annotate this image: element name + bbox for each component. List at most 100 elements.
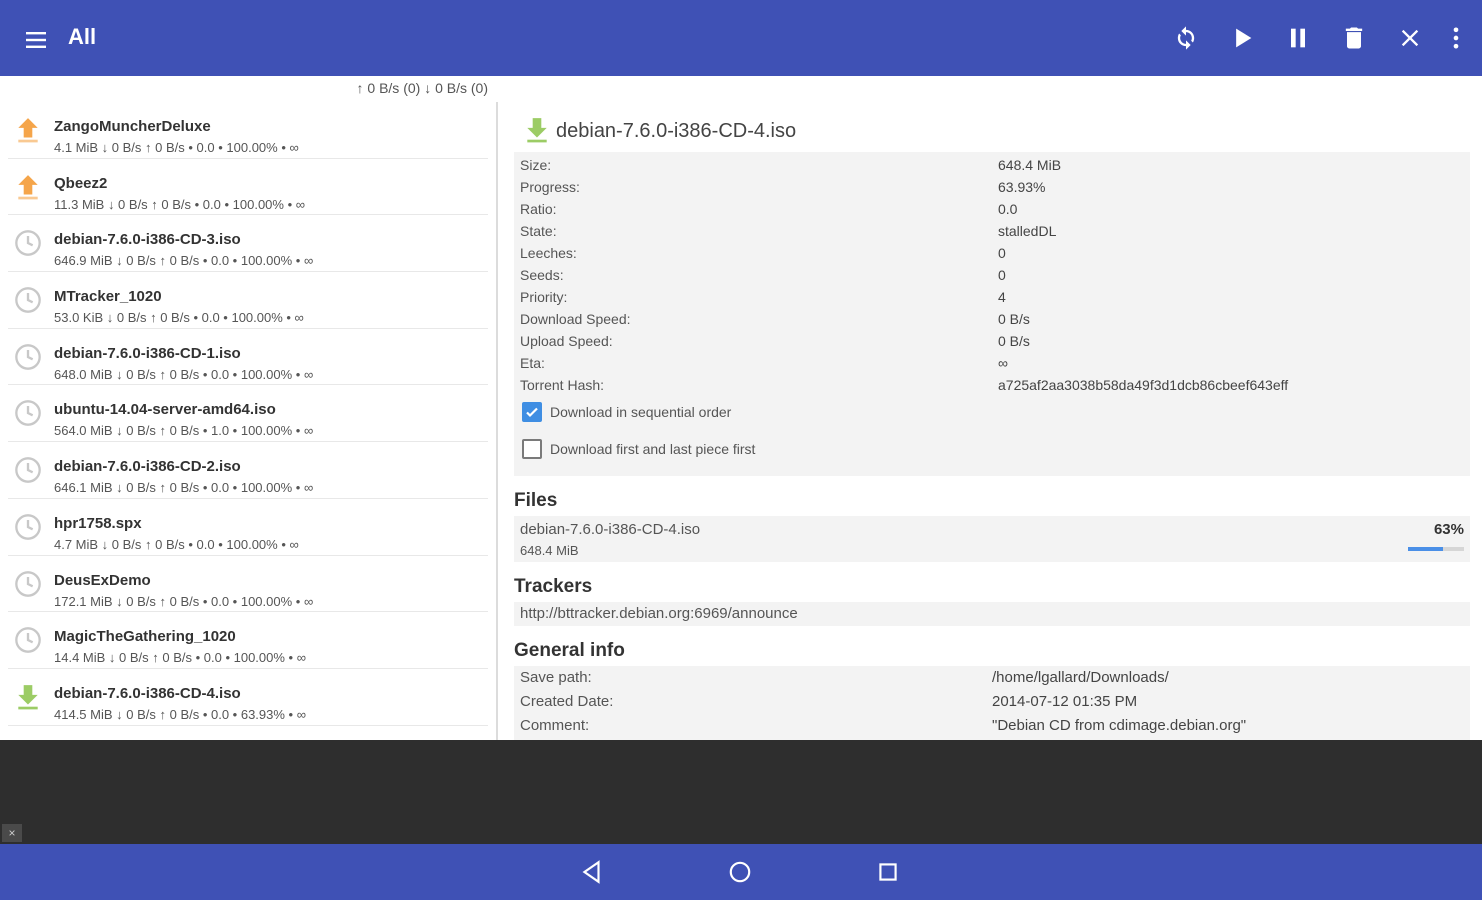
app-title[interactable]: All [68,24,96,50]
property-row: Ratio: 0.0 [514,198,1470,220]
general-info-table: Save path: /home/lgallard/Downloads/Creat… [514,666,1470,740]
system-nav-bar [0,844,1482,900]
general-info-value: /home/lgallard/Downloads/ [992,669,1169,686]
download-arrow-icon [18,685,38,710]
file-size: 648.4 MiB [520,543,579,558]
refresh-icon [1177,26,1195,50]
sequential-label: Download in sequential order [550,404,732,420]
file-name: debian-7.6.0-i386-CD-4.iso [520,521,701,538]
torrent-item[interactable]: debian-7.6.0-i386-CD-2.iso 646.1 MiB ↓ 0 … [8,442,488,499]
property-row: Torrent Hash: a725af2aa3038b58da49f3d1dcb… [514,374,1470,396]
clock-icon [15,457,41,483]
more-vert-icon [1453,27,1459,49]
clock-icon [15,627,41,654]
sequential-checkbox[interactable] [522,402,542,422]
property-row: Upload Speed: 0 B/s [514,330,1470,352]
property-key: Size: [520,157,552,173]
torrent-item[interactable]: hpr1758.spx 4.7 MiB ↓ 0 B/s ↑ 0 B/s • 0.0… [8,499,488,556]
resume-button[interactable] [1214,18,1270,58]
torrent-detail-pane: debian-7.6.0-i386-CD-4.iso Size: 648.4 Mi… [514,102,1470,740]
property-row: Leeches: 0 [514,242,1470,264]
pause-button[interactable] [1270,18,1326,58]
general-info-value: 2014-07-12 01:35 PM [992,693,1138,710]
nav-recents-button[interactable] [870,856,906,888]
general-info-row: Created Date: 2014-07-12 01:35 PM [514,690,1470,714]
property-key: Ratio: [520,201,557,217]
torrent-stats: 646.9 MiB ↓ 0 B/s ↑ 0 B/s • 0.0 • 100.00… [54,253,314,269]
torrent-item[interactable]: ubuntu-14.04-server-amd64.iso 564.0 MiB ↓… [8,385,488,443]
remove-button[interactable] [1382,18,1438,58]
torrent-stats: 4.1 MiB ↓ 0 B/s ↑ 0 B/s • 0.0 • 100.00% … [54,140,299,155]
menu-button[interactable] [18,22,54,58]
property-key: State: [520,223,557,239]
general-info-row: Save path: /home/lgallard/Downloads/ [514,666,1470,690]
app-bar: All [0,0,1482,76]
file-progress-fill [1408,547,1444,551]
property-row: Seeds: 0 [514,264,1470,286]
property-row: Progress: 63.93% [514,176,1470,198]
delete-button[interactable] [1326,18,1382,58]
play-icon [1236,28,1252,48]
torrent-name: debian-7.6.0-i386-CD-1.iso [54,344,241,362]
torrent-item[interactable]: ZangoMuncherDeluxe 4.1 MiB ↓ 0 B/s ↑ 0 B/… [8,102,488,159]
property-row: Size: 648.4 MiB [514,154,1470,176]
detail-header: debian-7.6.0-i386-CD-4.iso [514,102,1470,152]
tracker-url[interactable]: http://bttracker.debian.org:6969/announc… [514,602,1470,626]
file-percent: 63% [1433,521,1464,538]
trackers-section-title: Trackers [514,576,593,597]
torrent-stats: 4.7 MiB ↓ 0 B/s ↑ 0 B/s • 0.0 • 100.00% … [54,536,299,552]
first-last-piece-option[interactable]: Download first and last piece first [514,433,1470,470]
property-key: Download Speed: [520,311,631,327]
upload-arrow-icon [18,174,38,200]
torrent-item[interactable]: MagicTheGathering_1020 14.4 MiB ↓ 0 B/s ↑… [8,612,488,669]
file-progress-bar [1408,547,1464,551]
property-key: Torrent Hash: [520,377,605,393]
torrent-item[interactable]: debian-7.6.0-i386-CD-1.iso 648.0 MiB ↓ 0 … [8,329,488,386]
nav-back-button[interactable] [574,856,610,888]
property-value: 0 B/s [998,333,1030,349]
pause-icon [1291,28,1305,48]
torrent-stats: 11.3 MiB ↓ 0 B/s ↑ 0 B/s • 0.0 • 100.00%… [54,196,306,212]
property-value: ∞ [998,355,1008,371]
property-key: Priority: [520,289,568,305]
more-options-button[interactable] [1438,18,1474,58]
property-value: 4 [998,289,1006,305]
clock-icon [15,400,41,427]
file-row[interactable]: debian-7.6.0-i386-CD-4.iso 648.4 MiB 63% [514,516,1470,562]
torrent-item[interactable]: MTracker_1020 53.0 KiB ↓ 0 B/s ↑ 0 B/s • … [8,272,488,329]
torrent-item[interactable]: debian-7.6.0-i386-CD-3.iso 646.9 MiB ↓ 0 … [8,215,488,273]
detail-title: debian-7.6.0-i386-CD-4.iso [556,120,797,142]
ad-close-button[interactable]: × [2,824,22,842]
first-last-checkbox[interactable] [522,439,542,459]
torrent-item[interactable]: Qbeez2 11.3 MiB ↓ 0 B/s ↑ 0 B/s • 0.0 • 1… [8,159,488,216]
check-icon [526,407,538,418]
property-key: Seeds: [520,267,564,283]
property-value: 63.93% [998,179,1046,195]
torrent-name: debian-7.6.0-i386-CD-3.iso [54,231,241,249]
property-value: 648.4 MiB [998,157,1062,173]
torrent-item[interactable]: DeusExDemo 172.1 MiB ↓ 0 B/s ↑ 0 B/s • 0.… [8,556,488,613]
general-info-key: Created Date: [520,693,614,710]
torrent-item[interactable]: debian-7.6.0-i386-CD-4.iso 414.5 MiB ↓ 0 … [8,669,488,726]
first-last-label: Download first and last piece first [550,441,756,457]
recents-square-icon [879,863,897,881]
torrent-stats: 172.1 MiB ↓ 0 B/s ↑ 0 B/s • 0.0 • 100.00… [54,593,314,609]
general-info-key: Comment: [520,717,590,734]
property-value: 0 [998,267,1006,283]
property-key: Leeches: [520,245,577,261]
nav-home-button[interactable] [722,856,758,888]
home-circle-icon [729,861,751,883]
clock-icon [15,513,41,540]
property-key: Upload Speed: [520,333,613,349]
torrent-stats: 414.5 MiB ↓ 0 B/s ↑ 0 B/s • 0.0 • 63.93%… [54,706,306,722]
back-triangle-icon [582,860,600,884]
sequential-order-option[interactable]: Download in sequential order [514,396,1470,433]
clock-icon [15,287,41,313]
refresh-button[interactable] [1158,18,1214,58]
torrent-name: MagicTheGathering_1020 [54,628,236,646]
general-info-row: Comment: "Debian CD from cdimage.debian.o… [514,714,1470,738]
torrent-name: ubuntu-14.04-server-amd64.iso [54,401,276,419]
properties-table: Size: 648.4 MiB Progress: 63.93% Ratio: 0.0 St… [514,152,1470,476]
files-section-title: Files [514,490,558,511]
ad-banner-area [0,740,1482,844]
